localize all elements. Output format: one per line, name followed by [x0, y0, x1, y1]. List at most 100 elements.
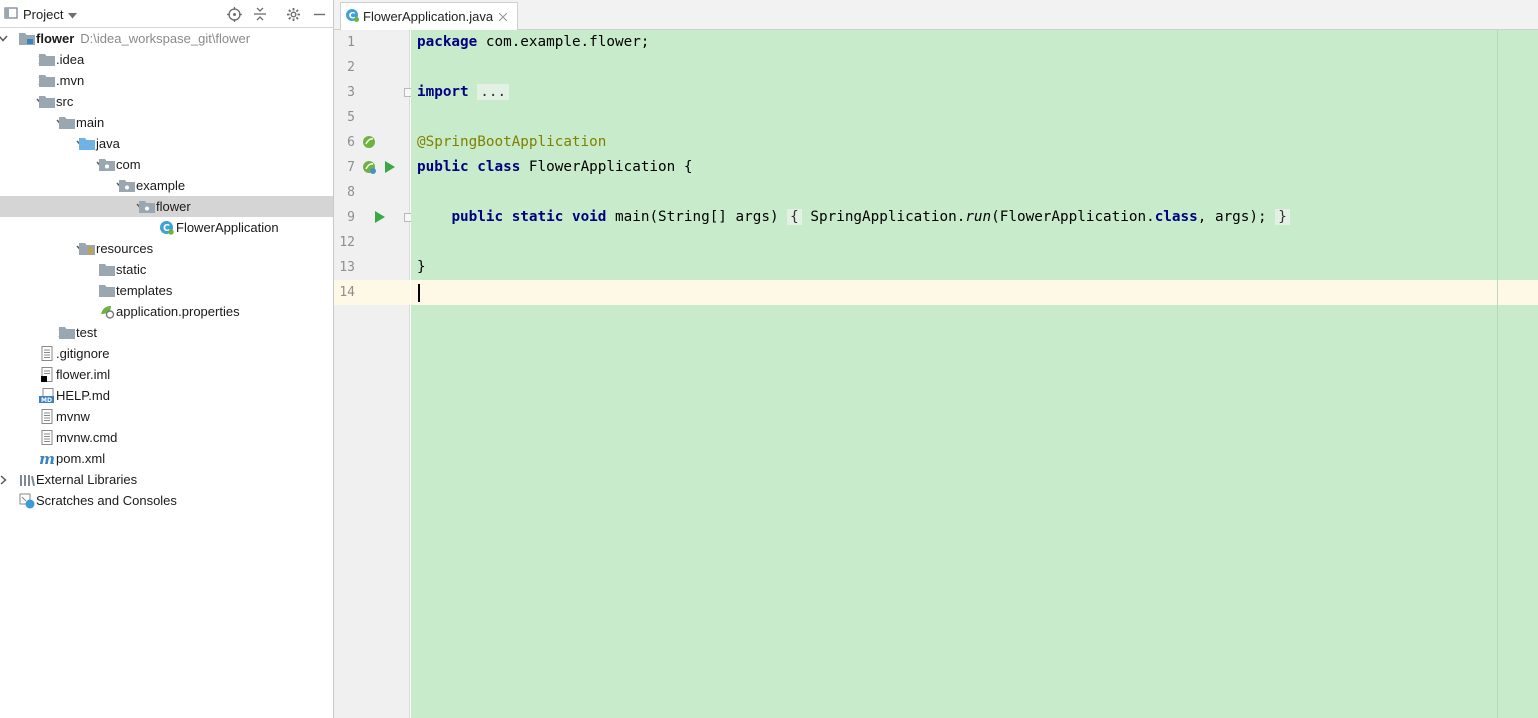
tab-flower-application[interactable]: C FlowerApplication.java — [340, 2, 519, 30]
tree-node-external-libraries[interactable]: External Libraries — [0, 469, 333, 490]
tree-node-label: External Libraries — [36, 469, 137, 490]
tree-node-mvnw-cmd[interactable]: mvnw.cmd — [0, 427, 333, 448]
keyword: public — [451, 209, 504, 225]
folder-icon — [38, 51, 55, 68]
tree-node-name: .idea — [56, 52, 85, 67]
keyword: package — [417, 34, 478, 50]
minimize-icon[interactable] — [309, 0, 329, 28]
tree-node-name: src — [56, 94, 74, 109]
text-caret — [418, 284, 420, 302]
keyword: void — [571, 209, 607, 225]
tree-node-name: main — [76, 115, 105, 130]
line-number: 3 — [347, 85, 355, 100]
line-number: 1 — [347, 35, 355, 50]
chevron-down-icon — [68, 7, 78, 22]
project-tool-window: Project flower D:\idea_workspase_git\flow… — [0, 0, 334, 718]
folded-brace-close[interactable]: } — [1275, 209, 1290, 225]
spring-class-icon: C — [158, 219, 175, 236]
tree-node-help-md[interactable]: MD HELP.md — [0, 385, 333, 406]
tree-node-flower[interactable]: flower D:\idea_workspase_git\flower — [0, 28, 333, 49]
properties-file-icon — [98, 303, 115, 320]
tree-node-templates[interactable]: templates — [0, 280, 333, 301]
gear-icon[interactable] — [283, 0, 303, 28]
locate-target-icon[interactable] — [224, 0, 244, 28]
tree-node-name: test — [76, 325, 97, 340]
tree-node-scratches-and-consoles[interactable]: Scratches and Consoles — [0, 490, 333, 511]
spring-bean-icon[interactable] — [362, 160, 376, 174]
tree-node-name: External Libraries — [36, 472, 138, 487]
spring-bean-icon[interactable] — [362, 135, 376, 149]
tree-node-name: .gitignore — [56, 346, 110, 361]
folder-icon — [58, 114, 75, 131]
run-icon[interactable] — [382, 160, 396, 174]
tree-node-idea[interactable]: .idea — [0, 49, 333, 70]
tree-node-pom-xml[interactable]: m pom.xml — [0, 448, 333, 469]
tree-node-flower[interactable]: flower — [0, 196, 333, 217]
code-line: import ... — [417, 80, 510, 105]
package-icon — [98, 156, 115, 173]
tree-node-src[interactable]: src — [0, 91, 333, 112]
tree-node-application-properties[interactable]: application.properties — [0, 301, 333, 322]
folder-icon — [98, 261, 115, 278]
resources-folder-icon — [78, 240, 95, 257]
folded-imports[interactable]: ... — [477, 84, 510, 100]
tree-node-name: pom.xml — [56, 451, 106, 466]
tree-node-flower-iml[interactable]: flower.iml — [0, 364, 333, 385]
project-toolbar: Project — [0, 0, 333, 28]
line-number: 2 — [347, 60, 355, 75]
maven-file-icon: m — [38, 450, 55, 467]
tree-node-name: static — [116, 262, 147, 277]
tree-node-label: flower D:\idea_workspase_git\flower — [36, 28, 250, 49]
tree-node-label: HELP.md — [56, 385, 110, 406]
tree-node-main[interactable]: main — [0, 112, 333, 133]
tree-node-example[interactable]: example — [0, 175, 333, 196]
tree-node-flowerapplication[interactable]: C FlowerApplication — [0, 217, 333, 238]
code-line: public class FlowerApplication { — [417, 155, 692, 180]
project-view-label: Project — [23, 6, 64, 22]
folded-brace-open[interactable]: { — [787, 209, 802, 225]
tree-node-java[interactable]: java — [0, 133, 333, 154]
code-editor[interactable]: package com.example.flower; import ... @… — [411, 30, 1538, 718]
tree-node-name: Scratches and Consoles — [36, 493, 177, 508]
keyword: class — [1154, 209, 1198, 225]
tree-node-test[interactable]: test — [0, 322, 333, 343]
code-text: (FlowerApplication. — [991, 209, 1155, 225]
project-view-selector[interactable]: Project — [4, 0, 88, 28]
code-line: } — [417, 255, 426, 280]
tree-node-name: mvnw.cmd — [56, 430, 118, 445]
folder-icon — [38, 93, 55, 110]
method-call: run — [965, 209, 992, 225]
chevron-right-icon[interactable] — [0, 469, 9, 490]
close-icon[interactable] — [497, 11, 509, 23]
tree-node-label: main — [76, 112, 104, 133]
editor-gutter[interactable]: 1 2 3 5 6 7 8 9 12 13 14 — [334, 30, 413, 718]
line-number: 12 — [339, 235, 355, 250]
tree-node-static[interactable]: static — [0, 259, 333, 280]
tree-node-com[interactable]: com — [0, 154, 333, 175]
run-icon[interactable] — [372, 210, 386, 224]
tab-label: FlowerApplication.java — [363, 9, 494, 24]
line-number: 9 — [347, 210, 355, 225]
line-number: 5 — [347, 110, 355, 125]
code-line: public static void main(String[] args) {… — [417, 205, 1290, 230]
tree-node-name: example — [136, 178, 186, 193]
right-margin-guide — [1497, 30, 1498, 718]
chevron-down-icon[interactable] — [0, 28, 9, 49]
tree-node-gitignore[interactable]: .gitignore — [0, 343, 333, 364]
scratches-icon — [18, 492, 35, 509]
keyword: import — [417, 84, 469, 100]
tree-node-name: .mvn — [56, 73, 85, 88]
module-path: D:\idea_workspase_git\flower — [80, 31, 251, 46]
annotation: @SpringBootApplication — [417, 134, 607, 150]
libraries-icon — [18, 471, 35, 488]
code-text: com.example.flower; — [477, 34, 650, 50]
tree-node-resources[interactable]: resources — [0, 238, 333, 259]
code-text: , args); — [1197, 209, 1267, 225]
line-number: 13 — [339, 260, 355, 275]
tree-node-name: flower — [156, 199, 191, 214]
tree-node-label: application.properties — [116, 301, 240, 322]
tree-node-mvnw[interactable]: mvnw — [0, 406, 333, 427]
collapse-all-icon[interactable] — [250, 0, 270, 28]
tree-node-mvn[interactable]: .mvn — [0, 70, 333, 91]
code-text: main(String[] args) — [606, 209, 788, 225]
